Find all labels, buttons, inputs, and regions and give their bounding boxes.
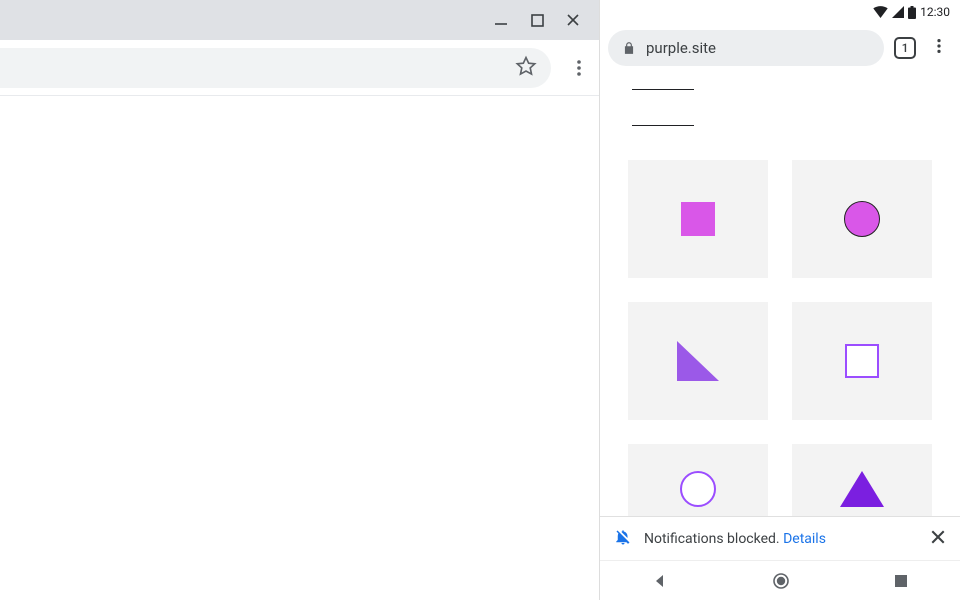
recent-square-icon	[894, 574, 908, 588]
android-navbar	[600, 560, 960, 600]
tab-switcher-button[interactable]: 1	[894, 37, 916, 59]
square-icon	[681, 202, 715, 236]
tab-count: 1	[902, 41, 909, 55]
lock-icon	[622, 41, 636, 55]
page-tab-2[interactable]	[632, 114, 694, 126]
statusbar-time: 12:30	[920, 5, 950, 19]
triangle-icon	[840, 471, 884, 507]
notification-details-link[interactable]: Details	[783, 531, 826, 547]
kebab-icon	[569, 58, 589, 78]
right-triangle-icon	[677, 341, 719, 381]
notification-text: Notifications blocked. Details	[644, 531, 826, 547]
nav-home-button[interactable]	[772, 572, 790, 590]
android-statusbar: 12:30	[600, 0, 960, 24]
circle-outline-icon	[680, 471, 716, 507]
battery-icon	[908, 6, 916, 19]
tile-purple-triangle-right[interactable]	[628, 302, 768, 420]
android-menu-button[interactable]	[926, 33, 952, 63]
square-outline-icon	[845, 344, 879, 378]
notification-close-button[interactable]	[930, 529, 946, 549]
close-icon	[930, 529, 946, 545]
cellular-icon	[892, 6, 904, 18]
home-circle-icon	[772, 572, 790, 590]
page-tab-row	[628, 78, 932, 98]
kebab-icon	[930, 37, 948, 55]
desktop-page-content	[0, 96, 599, 600]
desktop-chrome-window	[0, 0, 600, 600]
maximize-button[interactable]	[519, 2, 555, 38]
android-toolbar: purple.site 1	[600, 24, 960, 72]
back-triangle-icon	[652, 573, 668, 589]
android-omnibox[interactable]: purple.site	[608, 30, 884, 66]
maximize-icon	[531, 14, 544, 27]
notification-bar: Notifications blocked. Details	[600, 516, 960, 560]
android-chrome: 12:30 purple.site 1	[600, 0, 960, 600]
minimize-icon	[494, 13, 508, 27]
window-titlebar	[0, 0, 599, 40]
close-window-button[interactable]	[555, 2, 591, 38]
tile-purple-square-outline[interactable]	[792, 302, 932, 420]
nav-recent-button[interactable]	[894, 574, 908, 588]
circle-icon	[844, 201, 880, 237]
desktop-menu-button[interactable]	[559, 58, 599, 78]
wifi-icon	[873, 6, 888, 18]
desktop-omnibox[interactable]	[0, 48, 551, 88]
shape-grid	[628, 160, 932, 534]
nav-back-button[interactable]	[652, 573, 668, 589]
page-tab-1[interactable]	[632, 78, 694, 90]
desktop-toolbar	[0, 40, 599, 96]
tile-magenta-circle[interactable]	[792, 160, 932, 278]
android-url-text: purple.site	[646, 39, 716, 57]
tile-magenta-square[interactable]	[628, 160, 768, 278]
page-tab-row-2	[628, 114, 932, 134]
bookmark-star-icon[interactable]	[515, 55, 537, 81]
close-icon	[566, 13, 580, 27]
minimize-button[interactable]	[483, 2, 519, 38]
bell-off-icon	[614, 528, 632, 550]
